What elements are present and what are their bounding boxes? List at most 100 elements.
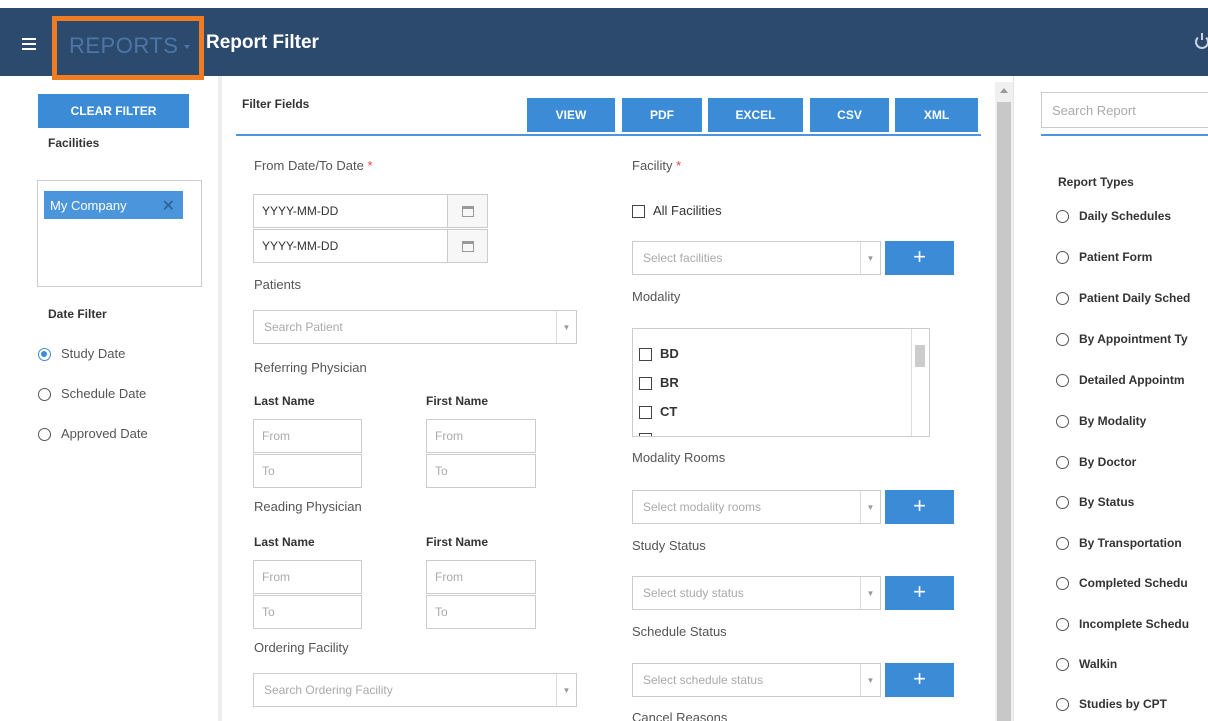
reading-first-from-input[interactable]: From bbox=[426, 560, 536, 594]
modality-item-bd[interactable]: BD bbox=[639, 346, 679, 362]
radio-icon[interactable] bbox=[1056, 658, 1069, 672]
xml-button[interactable]: XML bbox=[895, 98, 978, 132]
report-type-patient-form[interactable]: Patient Form bbox=[1056, 250, 1208, 265]
search-ordering-facility-select[interactable]: Search Ordering Facility ▼ bbox=[253, 673, 577, 707]
scroll-up-icon[interactable] bbox=[1000, 88, 1008, 93]
report-type-patient-daily-schedules[interactable]: Patient Daily Sched bbox=[1056, 291, 1208, 306]
reading-first-to-input[interactable]: To bbox=[426, 595, 536, 629]
radio-icon[interactable] bbox=[1056, 333, 1069, 347]
search-report-input[interactable]: Search Report bbox=[1041, 92, 1208, 128]
report-type-completed-schedules[interactable]: Completed Schedu bbox=[1056, 576, 1208, 591]
power-icon[interactable] bbox=[1195, 33, 1208, 49]
search-patient-select[interactable]: Search Patient ▼ bbox=[253, 310, 577, 344]
chevron-down-icon[interactable]: ▼ bbox=[556, 311, 576, 343]
report-type-by-status[interactable]: By Status bbox=[1056, 495, 1208, 510]
report-type-walkin[interactable]: Walkin bbox=[1056, 657, 1208, 672]
required-mark: * bbox=[367, 158, 373, 173]
to-date-input[interactable]: YYYY-MM-DD bbox=[253, 229, 448, 263]
modality-item-br[interactable]: BR bbox=[639, 375, 679, 391]
csv-button[interactable]: CSV bbox=[810, 98, 889, 132]
report-type-detailed-appointment[interactable]: Detailed Appointm bbox=[1056, 373, 1208, 388]
modality-item-ct[interactable]: CT bbox=[639, 404, 677, 420]
modality-item-partial[interactable] bbox=[639, 431, 660, 436]
scrollbar-thumb[interactable] bbox=[997, 102, 1011, 721]
referring-last-to-input[interactable]: To bbox=[253, 454, 362, 488]
close-icon[interactable]: ✕ bbox=[162, 196, 175, 216]
chevron-down-icon[interactable]: ▼ bbox=[860, 577, 880, 609]
radio-label: Study Date bbox=[61, 346, 126, 361]
radio-study-date[interactable]: Study Date bbox=[38, 346, 126, 362]
facilities-select-box[interactable]: My Company ✕ bbox=[37, 180, 202, 287]
excel-button[interactable]: EXCEL bbox=[708, 98, 803, 132]
radio-approved-date[interactable]: Approved Date bbox=[38, 426, 148, 442]
chevron-down-icon[interactable]: ▼ bbox=[860, 664, 880, 696]
report-type-by-transportation[interactable]: By Transportation bbox=[1056, 536, 1208, 551]
checkbox-icon[interactable] bbox=[632, 205, 645, 219]
main-scrollbar[interactable] bbox=[995, 82, 1013, 721]
clear-filter-button[interactable]: CLEAR FILTER bbox=[38, 94, 189, 128]
add-schedule-status-button[interactable]: + bbox=[885, 663, 954, 697]
chevron-down-icon[interactable]: ▼ bbox=[860, 491, 880, 523]
from-to-date-text: From Date/To Date bbox=[254, 158, 364, 173]
reading-last-to-input[interactable]: To bbox=[253, 595, 362, 629]
radio-label: Approved Date bbox=[61, 426, 148, 441]
ordering-facility-label: Ordering Facility bbox=[254, 640, 349, 655]
radio-icon[interactable] bbox=[38, 428, 51, 442]
add-facility-button[interactable]: + bbox=[885, 241, 954, 275]
report-type-by-doctor[interactable]: By Doctor bbox=[1056, 455, 1208, 470]
radio-icon[interactable] bbox=[1056, 374, 1069, 388]
reports-menu-button[interactable]: REPORTS bbox=[52, 16, 204, 80]
scrollbar-thumb[interactable] bbox=[915, 345, 925, 367]
radio-icon[interactable] bbox=[1056, 456, 1069, 470]
radio-icon[interactable] bbox=[1056, 210, 1069, 224]
radio-icon[interactable] bbox=[1056, 577, 1069, 591]
hamburger-menu-icon[interactable] bbox=[22, 38, 36, 50]
referring-last-from-input[interactable]: From bbox=[253, 419, 362, 453]
add-study-status-button[interactable]: + bbox=[885, 576, 954, 610]
add-modality-room-button[interactable]: + bbox=[885, 490, 954, 524]
reading-last-from-input[interactable]: From bbox=[253, 560, 362, 594]
radio-icon[interactable] bbox=[38, 388, 51, 402]
radio-schedule-date[interactable]: Schedule Date bbox=[38, 386, 146, 402]
referring-first-to-input[interactable]: To bbox=[426, 454, 536, 488]
radio-icon[interactable] bbox=[1056, 292, 1069, 306]
report-type-daily-schedules[interactable]: Daily Schedules bbox=[1056, 209, 1208, 224]
pdf-button[interactable]: PDF bbox=[622, 98, 702, 132]
radio-icon[interactable] bbox=[1056, 415, 1069, 429]
checkbox-icon[interactable] bbox=[639, 377, 652, 391]
checkbox-icon[interactable] bbox=[639, 406, 652, 420]
calendar-icon[interactable] bbox=[448, 229, 488, 263]
select-schedule-status[interactable]: Select schedule status ▼ bbox=[632, 663, 881, 697]
report-type-by-appointment-type[interactable]: By Appointment Ty bbox=[1056, 332, 1208, 347]
radio-checked-icon[interactable] bbox=[38, 348, 51, 362]
view-button[interactable]: VIEW bbox=[527, 98, 615, 132]
modality-scrollbar[interactable] bbox=[911, 329, 929, 436]
calendar-icon[interactable] bbox=[448, 194, 488, 228]
radio-icon[interactable] bbox=[1056, 496, 1069, 510]
report-type-by-modality[interactable]: By Modality bbox=[1056, 414, 1208, 429]
select-modality-rooms[interactable]: Select modality rooms ▼ bbox=[632, 490, 881, 524]
from-date-input[interactable]: YYYY-MM-DD bbox=[253, 194, 448, 228]
facilities-label: Facilities bbox=[48, 136, 100, 150]
modality-list[interactable]: BD BR CT bbox=[632, 328, 930, 437]
select-facilities[interactable]: Select facilities ▼ bbox=[632, 241, 881, 275]
report-type-label: Completed Schedu bbox=[1079, 576, 1188, 590]
radio-icon[interactable] bbox=[1056, 698, 1069, 712]
select-study-status[interactable]: Select study status ▼ bbox=[632, 576, 881, 610]
page-title: Report Filter bbox=[206, 32, 319, 53]
chevron-down-icon[interactable]: ▼ bbox=[556, 674, 576, 706]
checkbox-icon[interactable] bbox=[639, 348, 652, 362]
cancel-reasons-label: Cancel Reasons bbox=[632, 710, 728, 721]
radio-icon[interactable] bbox=[1056, 618, 1069, 632]
referring-physician-label: Referring Physician bbox=[254, 360, 367, 375]
referring-first-from-input[interactable]: From bbox=[426, 419, 536, 453]
all-facilities-checkbox[interactable]: All Facilities bbox=[632, 203, 722, 219]
report-type-studies-by-cpt[interactable]: Studies by CPT bbox=[1056, 697, 1208, 712]
radio-icon[interactable] bbox=[1056, 537, 1069, 551]
chevron-down-icon[interactable]: ▼ bbox=[860, 242, 880, 274]
checkbox-icon[interactable] bbox=[639, 433, 652, 436]
radio-icon[interactable] bbox=[1056, 251, 1069, 265]
report-type-label: By Status bbox=[1079, 495, 1135, 509]
report-type-label: Daily Schedules bbox=[1079, 209, 1172, 223]
report-type-incomplete-schedules[interactable]: Incomplete Schedu bbox=[1056, 617, 1208, 632]
